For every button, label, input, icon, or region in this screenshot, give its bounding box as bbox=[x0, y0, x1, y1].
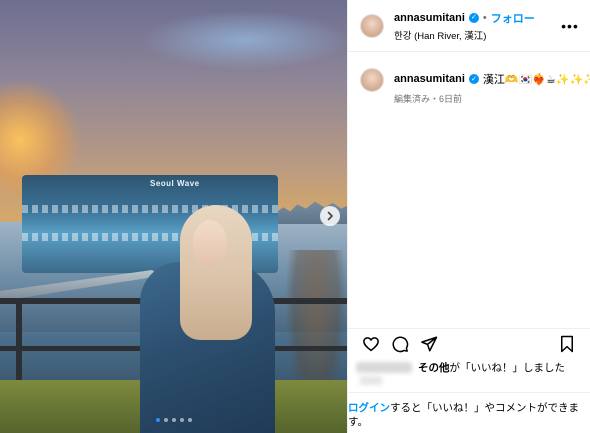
chevron-right-icon bbox=[327, 211, 333, 221]
likes-others[interactable]: その他 bbox=[418, 362, 450, 374]
blurred-date bbox=[360, 376, 382, 385]
building-sign: Seoul Wave bbox=[150, 179, 200, 188]
caption-meta: 編集済み・6日前 bbox=[394, 94, 463, 104]
caption-username-link[interactable]: annasumitani bbox=[394, 73, 465, 85]
verified-badge-icon: ✓ bbox=[468, 74, 479, 84]
person-face bbox=[193, 220, 227, 265]
carousel-dot bbox=[171, 418, 176, 422]
more-options-icon[interactable]: ••• bbox=[560, 18, 580, 34]
carousel-dot bbox=[187, 418, 192, 422]
bookmark-icon bbox=[561, 335, 573, 352]
follow-button[interactable]: フォロー bbox=[491, 10, 535, 26]
post-photo[interactable]: Seoul Wave bbox=[0, 0, 347, 433]
avatar[interactable] bbox=[360, 68, 384, 92]
post-header: annasumitani ✓ • フォロー 한강 (Han River, 漢江)… bbox=[348, 0, 590, 52]
avatar[interactable] bbox=[360, 13, 384, 38]
verified-badge-icon: ✓ bbox=[468, 12, 479, 23]
post-side-panel: annasumitani ✓ • フォロー 한강 (Han River, 漢江)… bbox=[347, 0, 590, 433]
like-button[interactable] bbox=[360, 333, 382, 355]
login-link[interactable]: ログイン bbox=[348, 402, 390, 414]
likes-suffix: が「いいね！」しました bbox=[449, 362, 566, 374]
save-button[interactable] bbox=[556, 333, 578, 355]
share-icon bbox=[421, 336, 438, 351]
username-link[interactable]: annasumitani bbox=[394, 12, 465, 24]
separator: • bbox=[482, 11, 487, 24]
likes-summary[interactable]: その他が「いいね！」しました bbox=[356, 360, 584, 375]
heart-icon bbox=[363, 336, 379, 351]
caption-body: annasumitani ✓ 漢江🫶🇰🇷❤️‍🔥☕✨✨✨ 編集済み・6日前 bbox=[394, 71, 590, 105]
comment-icon bbox=[392, 336, 409, 352]
sky-cloud bbox=[140, 10, 347, 70]
comment-button[interactable] bbox=[389, 333, 411, 355]
caption-line: annasumitani ✓ 漢江🫶🇰🇷❤️‍🔥☕✨✨✨ bbox=[394, 71, 590, 87]
caption-text: 漢江🫶🇰🇷❤️‍🔥☕✨✨✨ bbox=[482, 74, 590, 86]
carousel-dot bbox=[179, 418, 184, 422]
action-bar bbox=[348, 328, 590, 358]
likes-text: その他が「いいね！」しました bbox=[418, 360, 565, 375]
header-line: annasumitani ✓ • フォロー bbox=[394, 10, 560, 26]
location-link[interactable]: 한강 (Han River, 漢江) bbox=[394, 28, 560, 42]
login-prompt: ログインすると「いいね！」やコメントができます。 bbox=[348, 392, 590, 429]
header-text: annasumitani ✓ • フォロー 한강 (Han River, 漢江) bbox=[394, 10, 560, 42]
share-button[interactable] bbox=[418, 333, 440, 355]
carousel-next-button[interactable] bbox=[320, 206, 340, 226]
instagram-post: Seoul Wave annasumitani ✓ • フォロー 한강 (Han… bbox=[0, 0, 590, 433]
caption: annasumitani ✓ 漢江🫶🇰🇷❤️‍🔥☕✨✨✨ 編集済み・6日前 bbox=[348, 52, 590, 105]
carousel-dot bbox=[155, 418, 160, 422]
carousel-dot bbox=[163, 418, 168, 422]
blurred-liker-name bbox=[356, 362, 412, 373]
carousel-indicator bbox=[0, 418, 347, 422]
